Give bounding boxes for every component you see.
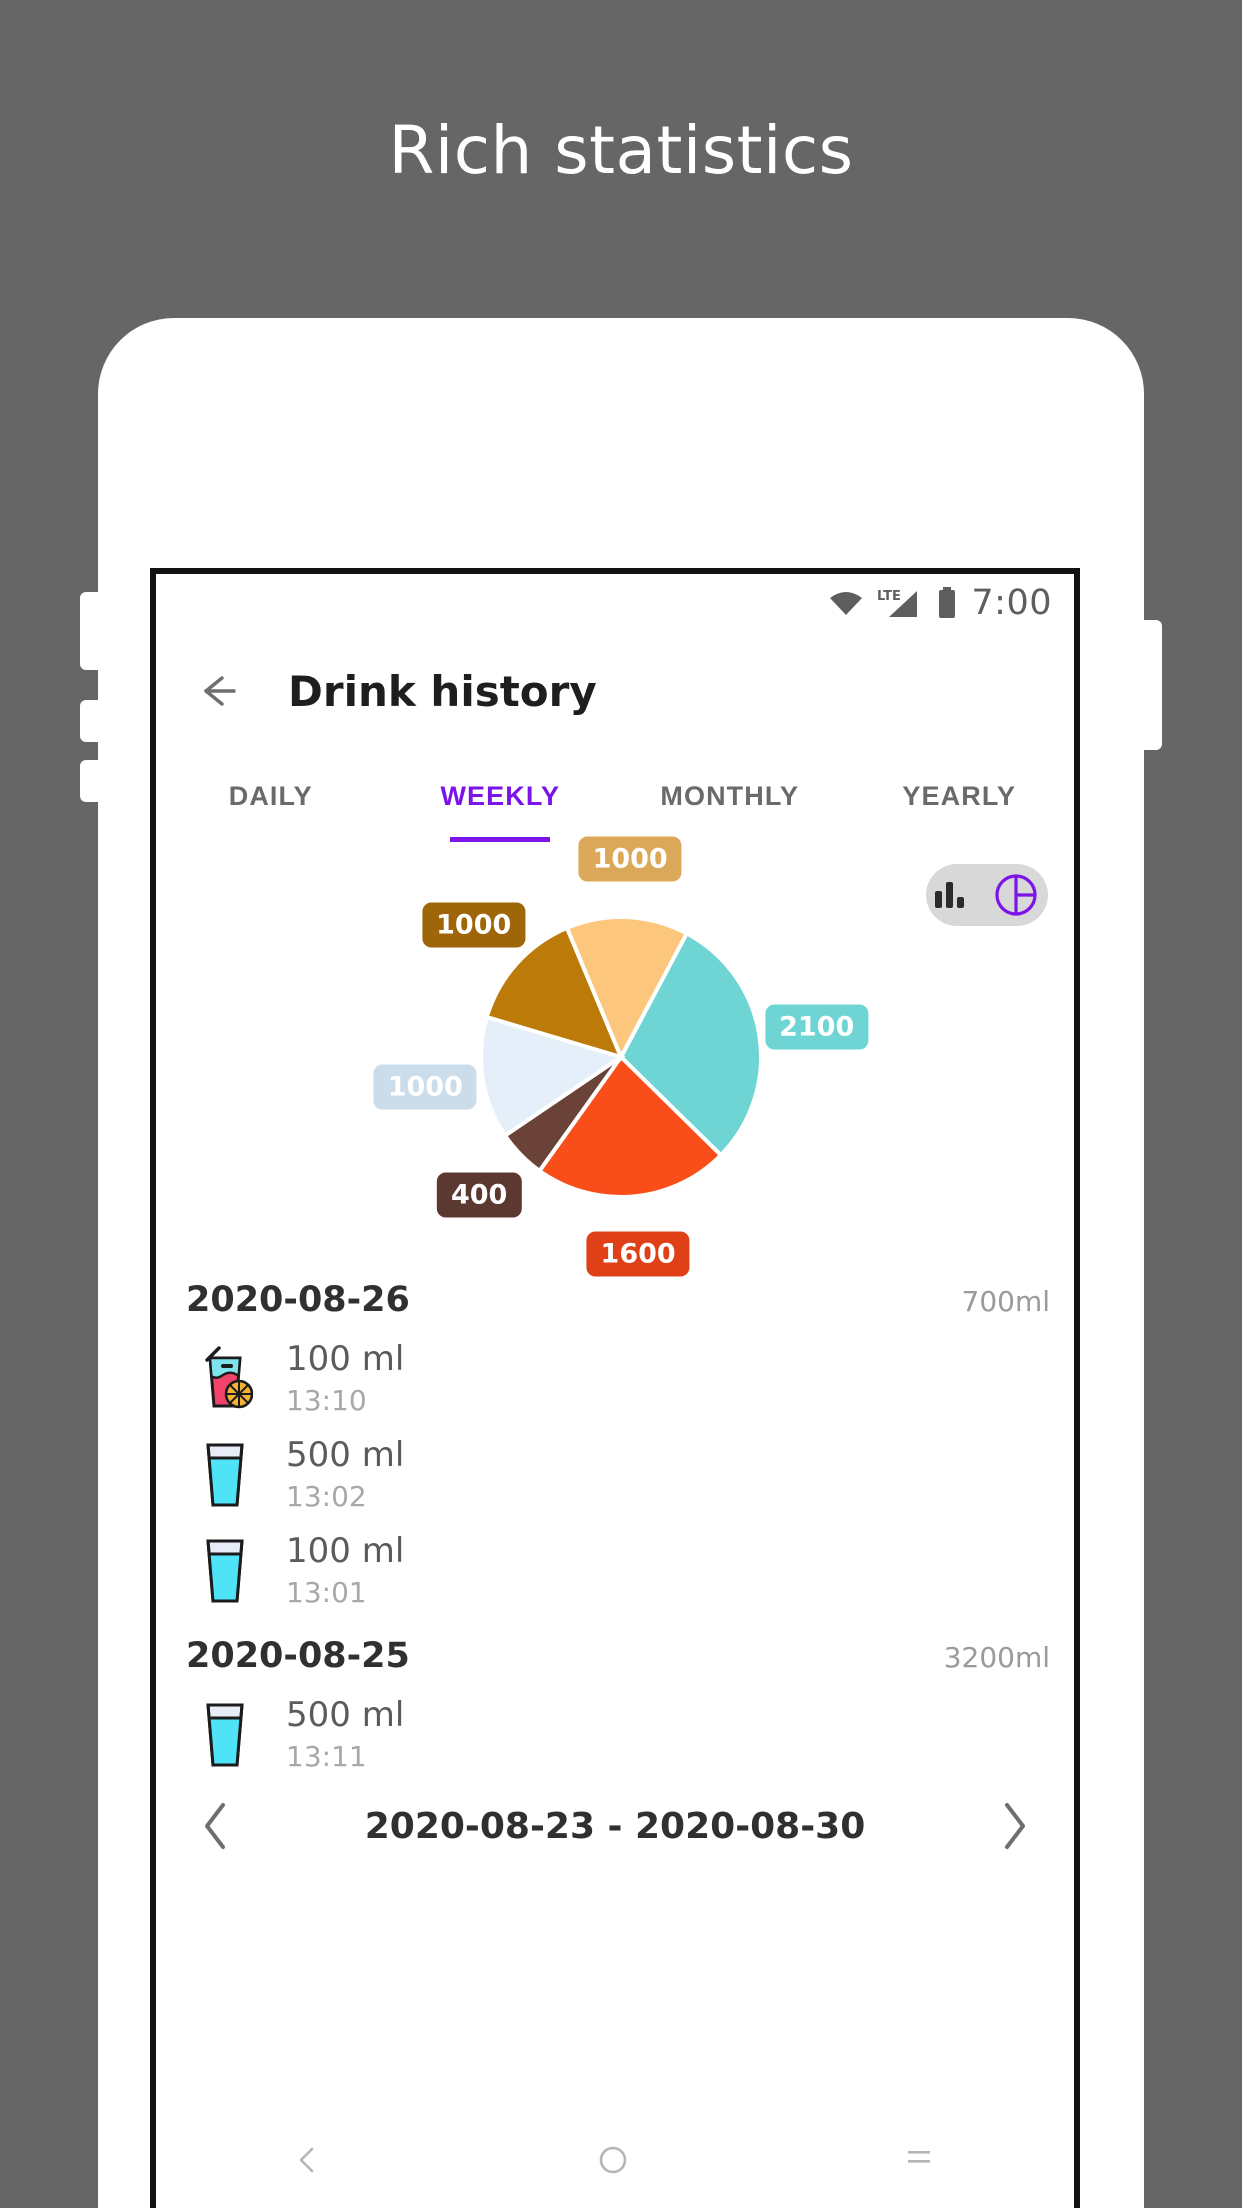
juice-glass-icon bbox=[194, 1341, 256, 1415]
tab-weekly-label: WEEKLY bbox=[440, 780, 561, 811]
drink-history-list: 2020-08-26 700ml 100 ml 13:10 500 ml 13:… bbox=[156, 1262, 1074, 1782]
pie-slice-label: 1600 bbox=[586, 1231, 690, 1277]
tab-yearly[interactable]: YEARLY bbox=[845, 750, 1075, 842]
water-glass-icon bbox=[194, 1437, 256, 1511]
android-back-icon[interactable] bbox=[289, 2142, 329, 2182]
entry-time: 13:02 bbox=[286, 1480, 367, 1513]
tab-daily-label: DAILY bbox=[228, 780, 313, 811]
pie-slice-label: 2100 bbox=[765, 1004, 869, 1050]
list-item[interactable]: 100 ml 13:10 bbox=[156, 1330, 1074, 1426]
tab-monthly-label: MONTHLY bbox=[660, 780, 800, 811]
date-range-label: 2020-08-23 - 2020-08-30 bbox=[364, 1805, 866, 1847]
wifi-icon bbox=[829, 590, 863, 616]
entry-amount: 500 ml bbox=[286, 1435, 405, 1475]
chevron-right-icon[interactable] bbox=[994, 1800, 1034, 1852]
phone-screen: LTE 7:00 Drink history DAILY WEEKLY MONT… bbox=[150, 568, 1080, 2208]
chart-section: 2100 1600 400 1000 1000 1000 bbox=[156, 836, 1074, 1277]
page-title: Rich statistics bbox=[388, 112, 854, 189]
tab-monthly[interactable]: MONTHLY bbox=[615, 750, 845, 842]
list-item[interactable]: 100 ml 13:01 bbox=[156, 1522, 1074, 1618]
water-glass-icon bbox=[194, 1697, 256, 1771]
svg-text:LTE: LTE bbox=[877, 589, 901, 604]
list-item[interactable]: 500 ml 13:02 bbox=[156, 1426, 1074, 1522]
pie-chart: 2100 1600 400 1000 1000 1000 bbox=[156, 836, 1074, 1277]
battery-icon bbox=[937, 587, 957, 619]
day-date: 2020-08-25 bbox=[186, 1636, 410, 1676]
entry-time: 13:11 bbox=[286, 1740, 367, 1773]
tab-daily[interactable]: DAILY bbox=[156, 750, 386, 842]
chevron-left-icon[interactable] bbox=[196, 1800, 236, 1852]
date-range-nav: 2020-08-23 - 2020-08-30 bbox=[156, 1782, 1074, 1866]
entry-amount: 100 ml bbox=[286, 1531, 405, 1571]
android-nav-bar bbox=[156, 2116, 1074, 2208]
pie-slice-label: 1000 bbox=[373, 1064, 477, 1110]
tab-weekly[interactable]: WEEKLY bbox=[386, 750, 616, 842]
pie-slice-label: 400 bbox=[436, 1172, 522, 1218]
pie-slice-label: 1000 bbox=[578, 836, 682, 882]
day-date: 2020-08-26 bbox=[186, 1280, 410, 1320]
status-bar: LTE 7:00 bbox=[156, 574, 1074, 632]
android-home-icon[interactable] bbox=[595, 2142, 635, 2182]
android-recents-icon[interactable] bbox=[901, 2142, 941, 2182]
entry-time: 13:10 bbox=[286, 1384, 367, 1417]
day-total: 3200ml bbox=[943, 1641, 1050, 1674]
app-bar: Drink history bbox=[156, 632, 1074, 750]
entry-amount: 500 ml bbox=[286, 1695, 405, 1735]
back-arrow-icon[interactable] bbox=[194, 668, 240, 714]
app-bar-title: Drink history bbox=[288, 666, 597, 716]
day-header: 2020-08-25 3200ml bbox=[156, 1618, 1074, 1686]
status-bar-clock: 7:00 bbox=[971, 583, 1052, 623]
entry-amount: 100 ml bbox=[286, 1339, 405, 1379]
pie-chart-svg bbox=[479, 915, 763, 1199]
tab-bar: DAILY WEEKLY MONTHLY YEARLY bbox=[156, 750, 1074, 842]
pie-slice-label: 1000 bbox=[422, 902, 526, 948]
water-glass-icon bbox=[194, 1533, 256, 1607]
signal-icon: LTE bbox=[877, 588, 923, 618]
tab-yearly-label: YEARLY bbox=[902, 780, 1017, 811]
list-item[interactable]: 500 ml 13:11 bbox=[156, 1686, 1074, 1782]
entry-time: 13:01 bbox=[286, 1576, 367, 1609]
day-total: 700ml bbox=[961, 1285, 1051, 1318]
